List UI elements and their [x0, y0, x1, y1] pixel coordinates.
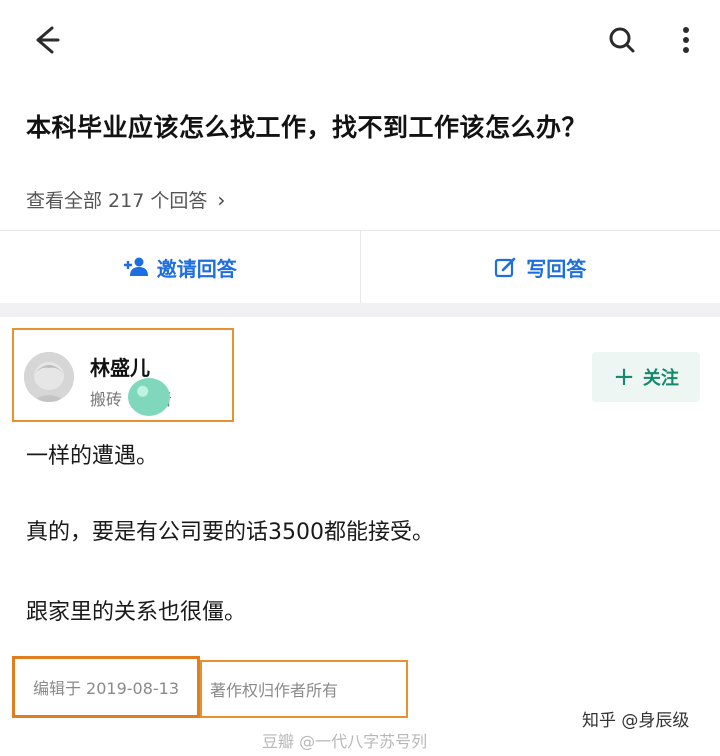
chevron-right-icon: ›: [217, 187, 226, 212]
copyright-notice: 著作权归作者所有: [200, 660, 408, 718]
author-bio-start: 搬砖: [90, 390, 123, 409]
redaction-sticker: [128, 378, 170, 416]
watermark-bottom: 豆瓣 @一代八字苏号列: [262, 732, 428, 751]
write-pencil-icon: [495, 257, 516, 278]
view-all-answers-label: 查看全部 217 个回答: [26, 190, 208, 212]
follow-label: 关注: [642, 368, 679, 389]
edited-date: 编辑于 2019-08-13: [12, 656, 200, 718]
more-options-icon[interactable]: [666, 20, 706, 60]
question-title[interactable]: 本科毕业应该怎么找工作，找不到工作该怎么办？: [26, 108, 696, 144]
search-icon[interactable]: [602, 20, 642, 60]
invite-person-icon: [123, 257, 148, 276]
write-answer-button[interactable]: 写回答: [359, 231, 720, 303]
view-all-answers-link[interactable]: 查看全部 217 个回答 ›: [26, 186, 225, 213]
watermark-right: 知乎 @身辰级: [582, 711, 690, 731]
section-divider: [0, 303, 720, 317]
author-name[interactable]: 林盛儿: [90, 352, 150, 381]
invite-answer-label: 邀请回答: [156, 256, 237, 281]
write-answer-label: 写回答: [526, 256, 587, 281]
answer-paragraph: 真的，要是有公司要的话3500都能接受。: [26, 520, 434, 545]
plus-icon: +: [613, 362, 635, 392]
top-bar: [0, 0, 720, 80]
invite-answer-button[interactable]: 邀请回答: [0, 231, 360, 303]
back-arrow-icon[interactable]: [26, 20, 66, 60]
answer-paragraph: 一样的遭遇。: [26, 444, 159, 469]
follow-button[interactable]: + 关注: [592, 352, 700, 402]
answer-paragraph: 跟家里的关系也很僵。: [26, 600, 247, 625]
author-info[interactable]: 林盛儿 搬砖者: [12, 328, 234, 422]
avatar[interactable]: [24, 352, 74, 402]
answer-actions: 邀请回答 写回答: [0, 230, 720, 304]
